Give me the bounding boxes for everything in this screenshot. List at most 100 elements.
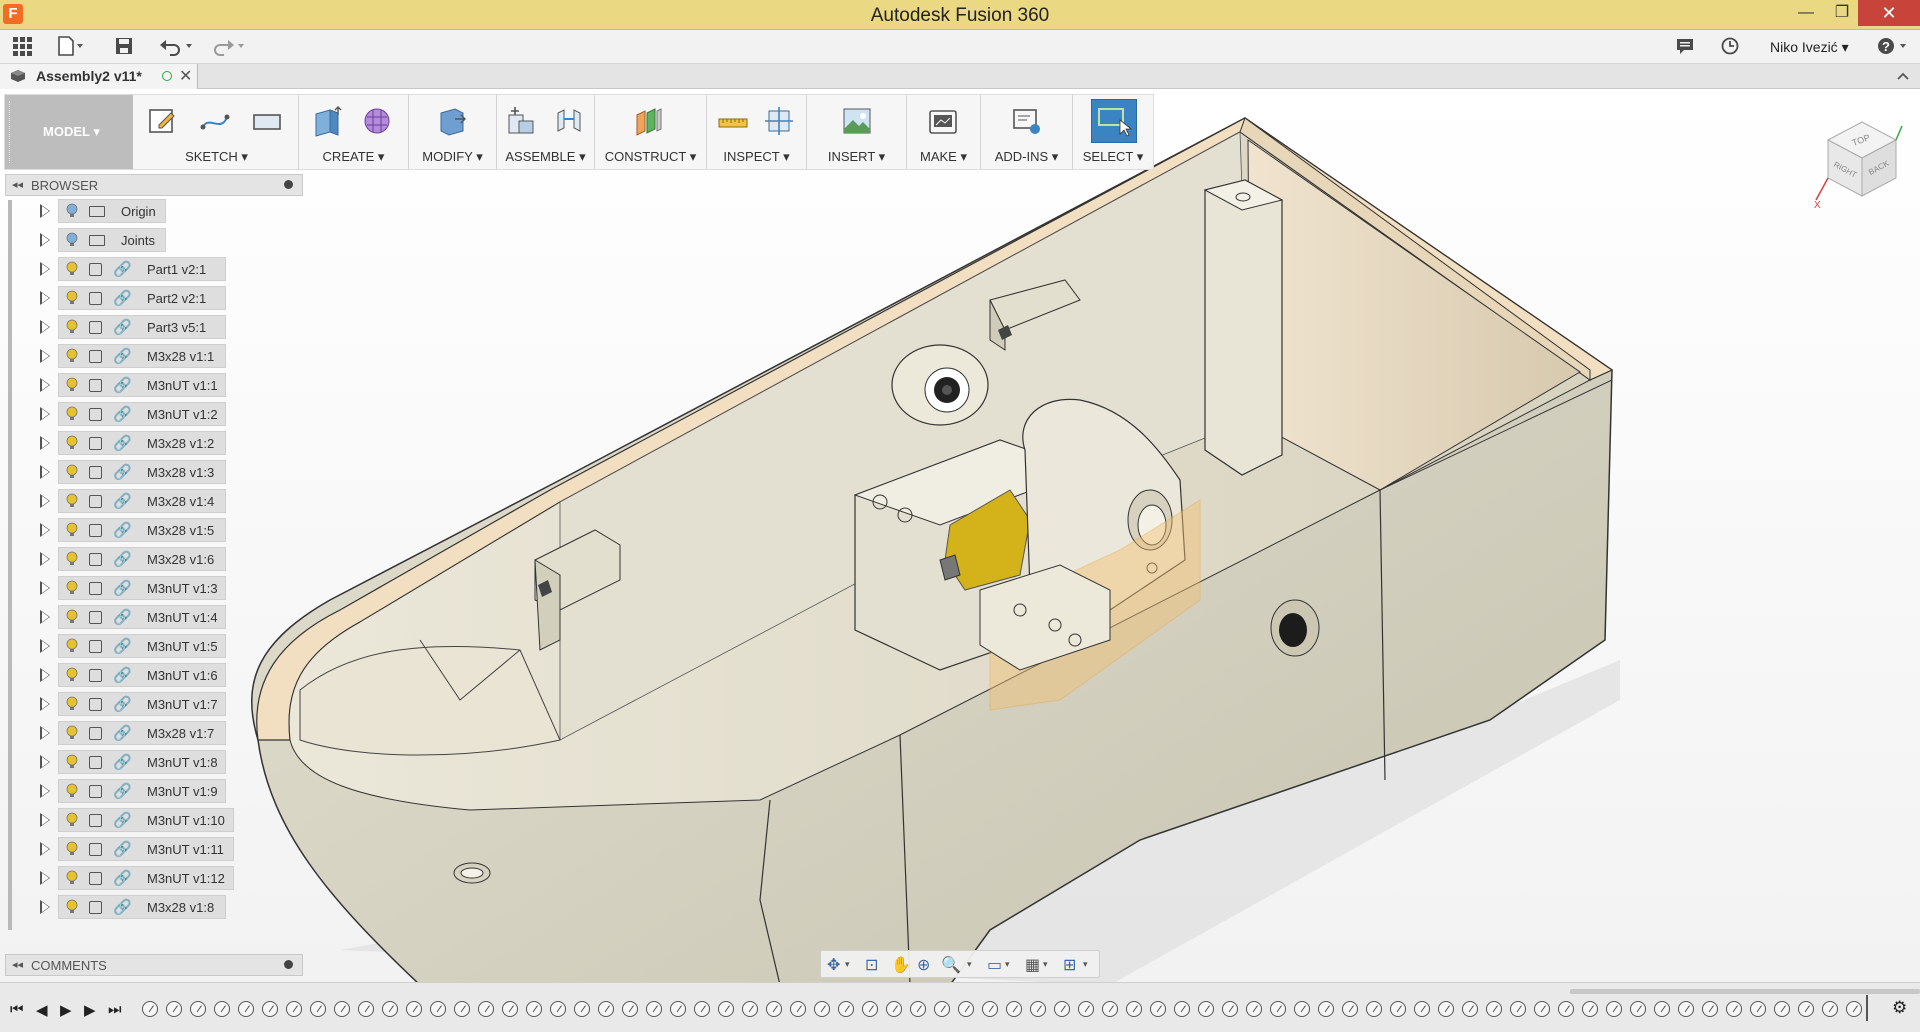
grid-settings-icon[interactable]: ▦ [1025,955,1040,975]
visibility-bulb-icon[interactable] [66,522,78,538]
timeline-settings-gear-icon[interactable]: ⚙ [1892,998,1907,1018]
save-icon[interactable] [114,36,134,58]
make-menu[interactable]: MAKE ▾ [907,149,980,165]
pan-hand-icon[interactable]: ✋ [891,955,911,975]
timeline-joint-feature-icon[interactable] [286,1001,302,1017]
visibility-bulb-icon[interactable] [66,203,78,219]
browser-node[interactable]: 🔗 M3x28 v1:8 [0,894,300,920]
minimize-button[interactable]: — [1786,0,1826,26]
browser-node-box[interactable]: 🔗 M3nUT v1:1 [58,373,226,397]
timeline-joint-feature-icon[interactable] [190,1001,206,1017]
browser-node-box[interactable]: 🔗 M3nUT v1:5 [58,634,226,658]
timeline-joint-feature-icon[interactable] [1150,1001,1166,1017]
viewcube[interactable]: TOP RIGHT BACK X [1810,112,1906,211]
timeline-joint-feature-icon[interactable] [574,1001,590,1017]
timeline-joint-feature-icon[interactable] [958,1001,974,1017]
timeline-joint-feature-icon[interactable] [238,1001,254,1017]
timeline-joint-feature-icon[interactable] [598,1001,614,1017]
browser-node-box[interactable]: 🔗 M3x28 v1:3 [58,460,226,484]
maximize-button[interactable]: ❐ [1822,0,1862,26]
visibility-bulb-icon[interactable] [66,754,78,770]
browser-node-box[interactable]: 🔗 M3nUT v1:11 [58,837,234,861]
timeline-joint-feature-icon[interactable] [1486,1001,1502,1017]
comments-panel-header[interactable]: ◂◂ COMMENTS [5,954,303,976]
stop-sketch-icon[interactable] [251,105,283,137]
timeline-joint-feature-icon[interactable] [670,1001,686,1017]
insert-image-icon[interactable] [841,105,873,137]
redo-icon[interactable] [210,36,246,58]
browser-node[interactable]: 🔗 M3nUT v1:10 [0,807,300,833]
expand-triangle-icon[interactable] [40,233,50,247]
browser-node[interactable]: 🔗 M3nUT v1:7 [0,691,300,717]
joint-icon[interactable] [553,105,585,137]
timeline-joint-feature-icon[interactable] [790,1001,806,1017]
browser-node[interactable]: 🔗 M3x28 v1:1 [0,343,300,369]
browser-node-box[interactable]: 🔗 M3nUT v1:12 [58,866,234,890]
job-status-clock-icon[interactable] [1720,36,1740,58]
visibility-bulb-icon[interactable] [66,725,78,741]
browser-node-box[interactable]: 🔗 Part2 v2:1 [58,286,226,310]
timeline-joint-feature-icon[interactable] [1726,1001,1742,1017]
timeline-joint-feature-icon[interactable] [694,1001,710,1017]
close-button[interactable]: ✕ [1858,0,1920,26]
timeline-joint-feature-icon[interactable] [1510,1001,1526,1017]
timeline-joint-feature-icon[interactable] [358,1001,374,1017]
timeline-joint-feature-icon[interactable] [766,1001,782,1017]
timeline-joint-feature-icon[interactable] [1438,1001,1454,1017]
scripts-addins-icon[interactable] [1011,105,1043,137]
timeline-joint-feature-icon[interactable] [1846,1001,1862,1017]
timeline-joint-feature-icon[interactable] [1798,1001,1814,1017]
visibility-bulb-icon[interactable] [66,435,78,451]
inspect-menu[interactable]: INSPECT ▾ [707,149,806,165]
browser-node[interactable]: 🔗 M3nUT v1:4 [0,604,300,630]
timeline-joint-feature-icon[interactable] [1078,1001,1094,1017]
close-tab-icon[interactable]: ✕ [179,66,192,86]
visibility-bulb-icon[interactable] [66,812,78,828]
timeline-joint-feature-icon[interactable] [478,1001,494,1017]
expand-triangle-icon[interactable] [40,523,50,537]
expand-triangle-icon[interactable] [40,407,50,421]
timeline-joint-feature-icon[interactable] [646,1001,662,1017]
expand-triangle-icon[interactable] [40,871,50,885]
expand-triangle-icon[interactable] [40,668,50,682]
timeline-joint-feature-icon[interactable] [142,1001,158,1017]
browser-node-box[interactable]: Joints [58,228,166,252]
browser-node[interactable]: 🔗 M3nUT v1:1 [0,372,300,398]
timeline-joint-feature-icon[interactable] [1558,1001,1574,1017]
timeline-joint-feature-icon[interactable] [502,1001,518,1017]
display-settings-icon[interactable]: ▭ [987,955,1002,975]
orbit-dropdown-icon[interactable]: ▾ [845,959,850,970]
visibility-bulb-icon[interactable] [66,696,78,712]
browser-node-box[interactable]: 🔗 M3x28 v1:5 [58,518,226,542]
timeline-joint-feature-icon[interactable] [1462,1001,1478,1017]
timeline-joint-feature-icon[interactable] [1750,1001,1766,1017]
viewports-dropdown-icon[interactable]: ▾ [1083,959,1088,970]
timeline-joint-feature-icon[interactable] [1030,1001,1046,1017]
timeline-joint-feature-icon[interactable] [1318,1001,1334,1017]
timeline-joint-feature-icon[interactable] [214,1001,230,1017]
modify-menu[interactable]: MODIFY ▾ [409,149,496,165]
timeline-marker[interactable] [1866,995,1868,1021]
browser-node-box[interactable]: 🔗 M3nUT v1:3 [58,576,226,600]
extrude-icon[interactable] [311,105,343,137]
press-pull-icon[interactable] [435,105,467,137]
visibility-bulb-icon[interactable] [66,841,78,857]
add-comment-icon[interactable] [284,960,293,969]
visibility-bulb-icon[interactable] [66,464,78,480]
visibility-bulb-icon[interactable] [66,406,78,422]
timeline-joint-feature-icon[interactable] [1222,1001,1238,1017]
timeline-joint-feature-icon[interactable] [1174,1001,1190,1017]
browser-node[interactable]: 🔗 M3x28 v1:6 [0,546,300,572]
timeline-joint-feature-icon[interactable] [886,1001,902,1017]
orbit-icon[interactable]: ✥ [827,955,840,975]
timeline-joint-feature-icon[interactable] [1534,1001,1550,1017]
new-component-icon[interactable] [505,105,537,137]
user-account-menu[interactable]: Niko Ivezić ▾ [1770,39,1849,56]
visibility-bulb-icon[interactable] [66,232,78,248]
timeline-joint-feature-icon[interactable] [1270,1001,1286,1017]
browser-node-box[interactable]: 🔗 M3nUT v1:8 [58,750,226,774]
timeline-joint-feature-icon[interactable] [1654,1001,1670,1017]
visibility-bulb-icon[interactable] [66,290,78,306]
timeline-joint-feature-icon[interactable] [1774,1001,1790,1017]
expand-triangle-icon[interactable] [40,755,50,769]
